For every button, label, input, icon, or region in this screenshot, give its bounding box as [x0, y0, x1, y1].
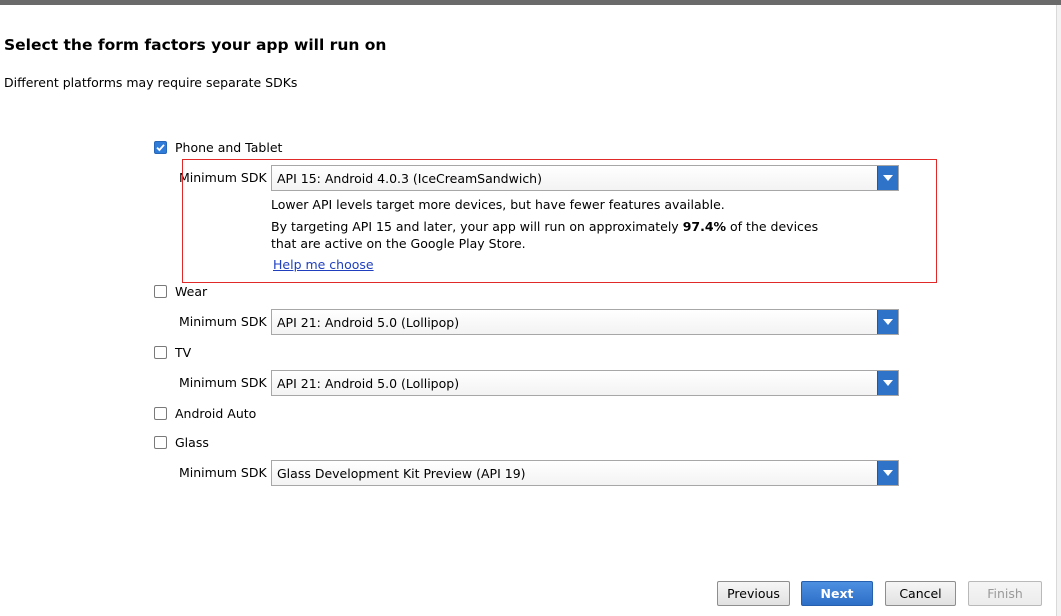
tv-label: TV — [175, 345, 192, 360]
phone-tablet-label: Phone and Tablet — [175, 140, 283, 155]
page-title: Select the form factors your app will ru… — [4, 36, 387, 54]
wear-min-sdk-label: Minimum SDK — [179, 314, 267, 329]
glass-min-sdk-label: Minimum SDK — [179, 465, 267, 480]
api-level-hint: Lower API levels target more devices, bu… — [271, 197, 725, 212]
previous-button[interactable]: Previous — [717, 581, 790, 606]
wear-option[interactable]: Wear — [154, 284, 207, 299]
help-me-choose-link[interactable]: Help me choose — [273, 257, 374, 272]
next-button[interactable]: Next — [801, 581, 873, 606]
glass-min-sdk-dropdown[interactable]: Glass Development Kit Preview (API 19) — [271, 460, 899, 486]
wear-min-sdk-value: API 21: Android 5.0 (Lollipop) — [277, 314, 460, 330]
phone-tablet-option[interactable]: Phone and Tablet — [154, 140, 282, 155]
glass-option[interactable]: Glass — [154, 435, 209, 450]
tv-min-sdk-dropdown[interactable]: API 21: Android 5.0 (Lollipop) — [271, 370, 899, 396]
wear-checkbox[interactable] — [154, 285, 167, 298]
tv-option[interactable]: TV — [154, 345, 191, 360]
android-auto-option[interactable]: Android Auto — [154, 406, 256, 421]
glass-label: Glass — [175, 435, 209, 450]
coverage-percent: 97.4% — [682, 219, 727, 234]
cancel-button[interactable]: Cancel — [885, 581, 956, 606]
device-coverage-text-line2: that are active on the Google Play Store… — [271, 236, 526, 251]
glass-min-sdk-value: Glass Development Kit Preview (API 19) — [277, 465, 526, 481]
glass-checkbox[interactable] — [154, 436, 167, 449]
finish-button[interactable]: Finish — [968, 581, 1042, 606]
device-coverage-text: By targeting API 15 and later, your app … — [271, 219, 819, 234]
tv-min-sdk-label: Minimum SDK — [179, 375, 267, 390]
checkmark-icon — [156, 144, 165, 152]
chevron-down-icon[interactable] — [877, 310, 898, 334]
page-subtitle: Different platforms may require separate… — [4, 75, 298, 90]
window-top-border — [0, 0, 1061, 5]
tv-min-sdk-value: API 21: Android 5.0 (Lollipop) — [277, 375, 460, 391]
vertical-scrollbar[interactable] — [1056, 5, 1061, 616]
wear-label: Wear — [175, 284, 208, 299]
chevron-down-icon[interactable] — [877, 371, 898, 395]
android-auto-label: Android Auto — [175, 406, 257, 421]
phone-tablet-checkbox[interactable] — [154, 141, 167, 154]
wear-min-sdk-dropdown[interactable]: API 21: Android 5.0 (Lollipop) — [271, 309, 899, 335]
chevron-down-icon[interactable] — [877, 461, 898, 485]
android-auto-checkbox[interactable] — [154, 407, 167, 420]
tv-checkbox[interactable] — [154, 346, 167, 359]
